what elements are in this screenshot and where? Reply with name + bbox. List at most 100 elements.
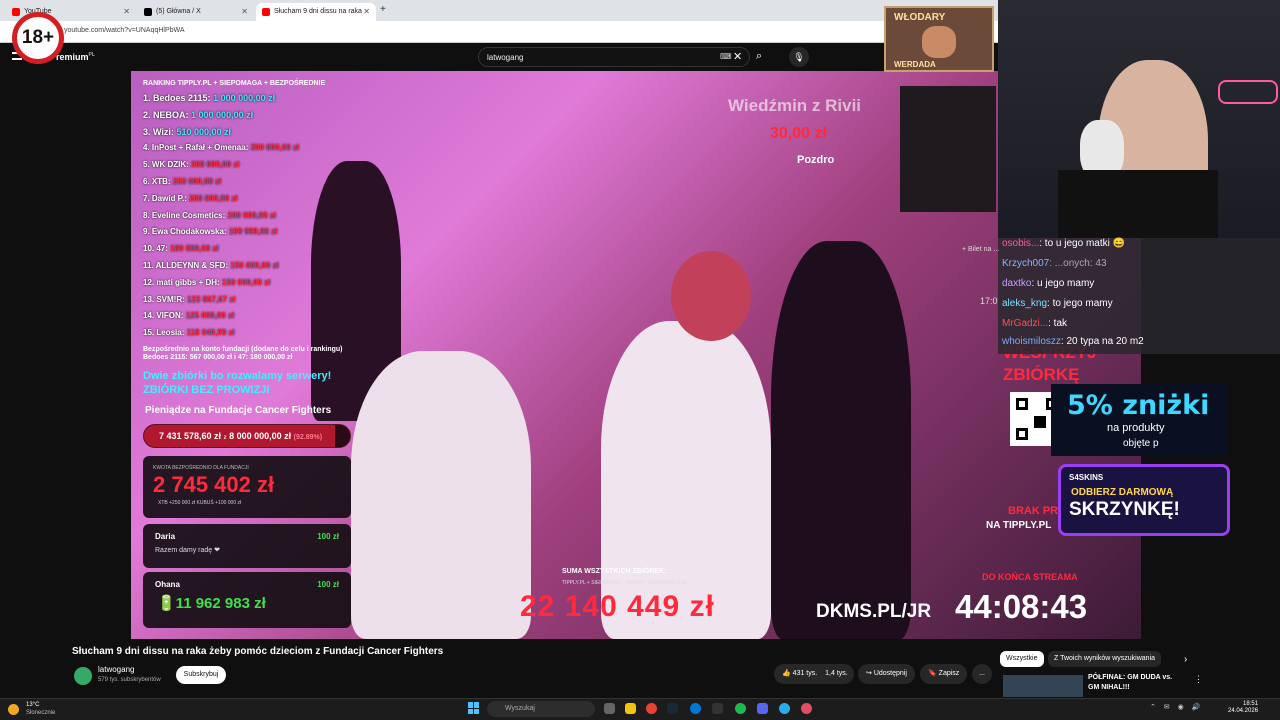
- ranking-amount: 300 000,00 zł: [191, 160, 240, 170]
- direct-box-sub: XTB +250 000 zł KUBUŚ +100 000 zł: [158, 500, 242, 506]
- chat-message: whoismiloszz: 20 typa na 20 m2: [1002, 336, 1144, 347]
- like-icon[interactable]: 👍: [782, 670, 791, 677]
- task-view-icon[interactable]: [604, 703, 615, 714]
- ranking-amount: 150 000,00 zł: [221, 277, 271, 287]
- browser-tab-x[interactable]: (5) Główna / X ✕: [138, 3, 254, 21]
- ranking-name: 6. XTB:: [143, 176, 171, 186]
- ranking-row: 3. Wizi: 510 000,00 zł: [143, 124, 373, 141]
- chat-message: Krzych007: ...onych: 43: [1002, 258, 1107, 269]
- person-head: [671, 251, 751, 341]
- close-tab-icon[interactable]: ✕: [123, 7, 130, 16]
- progress-goal: 8 000 000,00 zł: [229, 431, 292, 441]
- start-square: [474, 702, 479, 708]
- discord-icon[interactable]: [757, 703, 768, 714]
- close-tab-icon[interactable]: ✕: [363, 7, 370, 16]
- url-text[interactable]: youtube.com/watch?v=UNAqqHlPbWA: [64, 27, 185, 34]
- windows-start-icon[interactable]: [468, 702, 480, 714]
- ranking-row: 11. ALLDEYNN & SFD: 150 000,00 zł: [143, 258, 373, 275]
- more-actions-button[interactable]: ...: [972, 664, 992, 684]
- microphone-icon[interactable]: 🎙: [789, 47, 809, 67]
- ranking-row: 7. Dawid P.: 200 000,00 zł: [143, 191, 373, 208]
- edge-icon[interactable]: [690, 703, 701, 714]
- video-title: Słucham 9 dni dissu na raka żeby pomóc d…: [72, 646, 444, 657]
- recommended-title[interactable]: PÓŁFINAŁ: GM DUDA vs. GM NIHAL!!!: [1088, 673, 1184, 693]
- telegram-icon[interactable]: [779, 703, 790, 714]
- system-tray-icons[interactable]: ⌃ ✉ ◉ 🔊: [1150, 703, 1203, 711]
- alert-message: Pozdro: [797, 154, 835, 166]
- taskbar-search-input[interactable]: Wyszukaj: [487, 701, 595, 717]
- no-commission-note: BRAK PR: [1008, 505, 1059, 517]
- ranking-row: 4. InPost + Rafał + Omenaa: 300 000,00 z…: [143, 140, 373, 157]
- countdown-timer: 44:08:43: [955, 588, 1088, 625]
- chat-message: MrGadzi...: tak: [1002, 318, 1067, 329]
- ranking-amount: 125 000,00 zł: [185, 311, 235, 321]
- ranking-row: 8. Eveline Cosmetics: 200 000,00 zł: [143, 208, 373, 225]
- dislike-count[interactable]: 1,4 tys.: [825, 670, 848, 677]
- subscribe-button[interactable]: Subskrybuj: [176, 666, 226, 684]
- direct-amount-box: KWOTA BEZPOŚREDNIO DLA FUNDACJI 2 745 40…: [143, 456, 351, 518]
- like-count[interactable]: 431 tys.: [793, 670, 818, 677]
- spotify-icon[interactable]: [735, 703, 746, 714]
- keyboard-icon[interactable]: ⌨: [720, 52, 732, 61]
- chat-user: osobis...: [1002, 238, 1040, 249]
- sun-icon: [8, 704, 19, 715]
- ranking-name: 11. ALLDEYNN & SFD:: [143, 260, 229, 270]
- tab-label: (5) Główna / X: [156, 8, 201, 15]
- windows-taskbar: 13°C Słonecznie: [0, 698, 1280, 720]
- live-chat: osobis...: to u jego matki 😄 Krzych007: …: [998, 238, 1280, 354]
- discount-line: na produkty: [1107, 422, 1165, 434]
- more-vert-icon[interactable]: ⋮: [1194, 674, 1203, 685]
- donor-name: Ohana: [155, 580, 180, 589]
- start-square: [468, 702, 473, 708]
- sum-value: 22 140 449 zł: [520, 590, 715, 623]
- search-icon[interactable]: ⌕: [756, 50, 762, 63]
- steam-icon[interactable]: [667, 703, 678, 714]
- tab-label: Słucham 9 dni dissu na raka: [274, 8, 362, 15]
- share-icon: ↪: [866, 670, 872, 677]
- progress-percent: (92.89%): [293, 434, 323, 441]
- jacket: [1058, 170, 1218, 238]
- banner-figure: [922, 26, 956, 58]
- search-input[interactable]: latwogang: [478, 47, 750, 67]
- clear-search-icon[interactable]: ✕: [733, 50, 742, 63]
- youtube-icon: [12, 8, 20, 16]
- save-button[interactable]: 🔖 Zapisz: [920, 664, 968, 684]
- direct-donations-note: Bezpośrednio na konto fundacji (dodane d…: [143, 346, 343, 362]
- weather-desc[interactable]: Słonecznie: [26, 710, 55, 716]
- chat-user: daxtko: [1002, 278, 1032, 289]
- save-label: Zapisz: [938, 670, 960, 677]
- channel-avatar[interactable]: [74, 667, 92, 685]
- weather-temp[interactable]: 13°C: [26, 702, 39, 708]
- qr-block: [1034, 416, 1046, 428]
- file-explorer-icon[interactable]: [625, 703, 636, 714]
- skins-promo: S4SKINS ODBIERZ DARMOWĄ SKRZYNKĘ!: [1058, 464, 1230, 536]
- share-button[interactable]: ↪ Udostępnij: [858, 664, 915, 684]
- chrome-icon[interactable]: [646, 703, 657, 714]
- donor-message: Razem damy radę ❤: [155, 547, 220, 554]
- subscriber-count: 579 tys. subskrybentów: [98, 677, 161, 683]
- ranking-name: 5. WK DZIK:: [143, 160, 189, 170]
- browser-tab-active[interactable]: Słucham 9 dni dissu na raka ✕: [256, 3, 376, 21]
- servers-line: ZBIÓRKI BEZ PROWIZJI: [143, 384, 270, 396]
- taskbar-clock[interactable]: 18:51 24.04.2026: [1228, 701, 1258, 715]
- direct-note-line: Bezpośrednio na konto fundacji (dodane d…: [143, 346, 343, 353]
- person-white-shirt: [351, 351, 531, 639]
- chevron-right-icon[interactable]: ›: [1184, 654, 1187, 665]
- new-tab-button[interactable]: +: [380, 4, 386, 15]
- chip-from-search[interactable]: Z Twoich wyników wyszukiwania: [1048, 651, 1162, 667]
- close-tab-icon[interactable]: ✕: [241, 7, 248, 16]
- recommended-thumbnail[interactable]: [1003, 675, 1083, 697]
- app-icon[interactable]: [801, 703, 812, 714]
- chip-all[interactable]: Wszystkie: [1000, 651, 1044, 667]
- ranking-amount: 1 000 000,00 zł: [213, 93, 276, 103]
- ranking-amount: 118 040,99 zł: [186, 328, 235, 338]
- ranking-row: 14. VIFON: 125 000,00 zł: [143, 308, 373, 325]
- chat-text: : to u jego matki 😄: [1039, 238, 1126, 249]
- channel-name[interactable]: latwogang: [98, 665, 134, 674]
- ranking-row: 6. XTB: 250 000,00 zł: [143, 174, 373, 191]
- app-icon[interactable]: [712, 703, 723, 714]
- address-bar[interactable]: youtube.com/watch?v=UNAqqHlPbWA: [0, 21, 1000, 43]
- ranking-row: 13. SVM!R: 123 867,67 zł: [143, 292, 373, 309]
- donor-card: Ohana 100 zł 🔋11 962 983 zł: [143, 572, 351, 628]
- servers-note: Dwie zbiórki bo rozwalamy serwery! ZBIÓR…: [143, 369, 331, 397]
